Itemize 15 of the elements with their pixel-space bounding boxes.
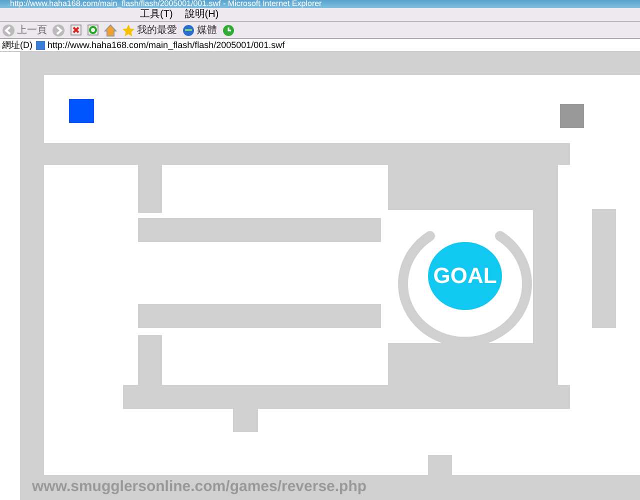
menu-item[interactable]: 說明(H) — [184, 8, 219, 20]
history-icon[interactable] — [222, 24, 235, 36]
star-icon — [122, 24, 135, 36]
exit-square — [560, 104, 584, 128]
media-button[interactable]: 媒體 — [182, 23, 217, 37]
refresh-icon[interactable] — [87, 24, 99, 36]
address-field[interactable]: http://www.haha168.com/main_flash/flash/2005001/001.swf — [36, 40, 640, 50]
stop-icon[interactable] — [70, 24, 82, 36]
address-label: 網址(D) — [2, 38, 32, 52]
back-button[interactable]: 上一頁 — [2, 23, 47, 37]
home-icon[interactable] — [104, 24, 117, 36]
window-title: http://www.haha168.com/main_flash/flash/2005001/001.swf - Microsoft Internet Explorer — [0, 0, 640, 8]
menu-item[interactable]: 工具(T) — [140, 8, 173, 20]
favorites-button[interactable]: 我的最愛 — [122, 23, 177, 37]
forward-icon[interactable] — [52, 24, 65, 36]
